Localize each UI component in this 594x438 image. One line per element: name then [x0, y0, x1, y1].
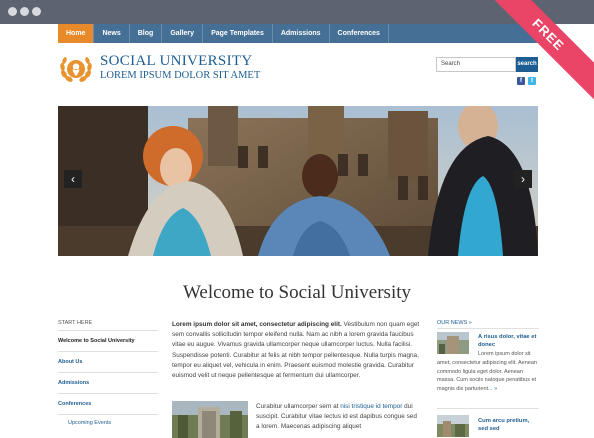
nav-admissions[interactable]: Admissions [273, 24, 330, 43]
content-paragraph: Curabitur ullamcorper sem at nisi tristi… [256, 402, 422, 433]
nav-news[interactable]: News [94, 24, 130, 43]
intro-bold: Lorem ipsum dolor sit amet, consectetur … [172, 321, 342, 328]
news-thumbnail[interactable] [437, 415, 469, 437]
sidebar-item-about[interactable]: About Us [58, 351, 158, 370]
main-nav: Home News Blog Gallery Page Templates Ad… [58, 24, 389, 43]
page-title: Welcome to Social University [183, 282, 411, 303]
sidebar-item-admissions[interactable]: Admissions [58, 372, 158, 391]
hero-slider[interactable]: ‹ › [58, 106, 538, 256]
sidebar-subitem-upcoming-events[interactable]: Upcoming Events [68, 420, 111, 426]
nav-gallery[interactable]: Gallery [162, 24, 204, 43]
window-dot-icon [32, 7, 41, 16]
sidebar-heading: START HERE [58, 320, 93, 326]
intro-text: Lorem ipsum dolor sit amet, consectetur … [172, 320, 420, 381]
site-title[interactable]: SOCIAL UNIVERSITY [100, 53, 252, 70]
news-item-title[interactable]: A risus dolor, vitae et donec [478, 334, 540, 349]
inline-link[interactable]: nisi tristique id tempor [340, 403, 402, 410]
intro-body: Vestibulum non quam eget sem convallis s… [172, 321, 420, 380]
free-ribbon: FREE [474, 0, 594, 120]
news-text-body: amet, consectetur adipiscing elit. Aenea… [437, 359, 537, 393]
slider-next-button[interactable]: › [514, 170, 532, 188]
news-item-text: Lorem ipsum dolor sit amet, consectetur … [437, 350, 539, 394]
news-divider [437, 328, 539, 329]
nav-home[interactable]: Home [58, 24, 95, 43]
hero-photo [58, 106, 538, 256]
nav-blog[interactable]: Blog [130, 24, 163, 43]
window-dot-icon [20, 7, 29, 16]
site-subtitle: LOREM IPSUM DOLOR SIT AMET [100, 70, 261, 81]
laurel-logo-icon[interactable] [58, 54, 94, 86]
nav-conferences[interactable]: Conferences [330, 24, 389, 43]
sidebar-divider [58, 414, 158, 415]
slider-prev-button[interactable]: ‹ [64, 170, 82, 188]
news-heading[interactable]: OUR NEWS » [437, 320, 472, 326]
news-divider [437, 408, 539, 409]
sidebar-item-conferences[interactable]: Conferences [58, 393, 158, 412]
para-text-a: Curabitur ullamcorper sem at [256, 403, 339, 410]
window-dot-icon [8, 7, 17, 16]
nav-page-templates[interactable]: Page Templates [203, 24, 273, 43]
news-text-line: Lorem ipsum dolor sit [478, 351, 531, 357]
content-image [172, 401, 248, 438]
news-item-title[interactable]: Cum arcu pretium, sed sed [478, 418, 540, 433]
news-read-more[interactable]: » [494, 386, 497, 392]
free-ribbon-label: FREE [475, 0, 594, 108]
sidebar-item-welcome[interactable]: Welcome to Social University [58, 330, 158, 349]
